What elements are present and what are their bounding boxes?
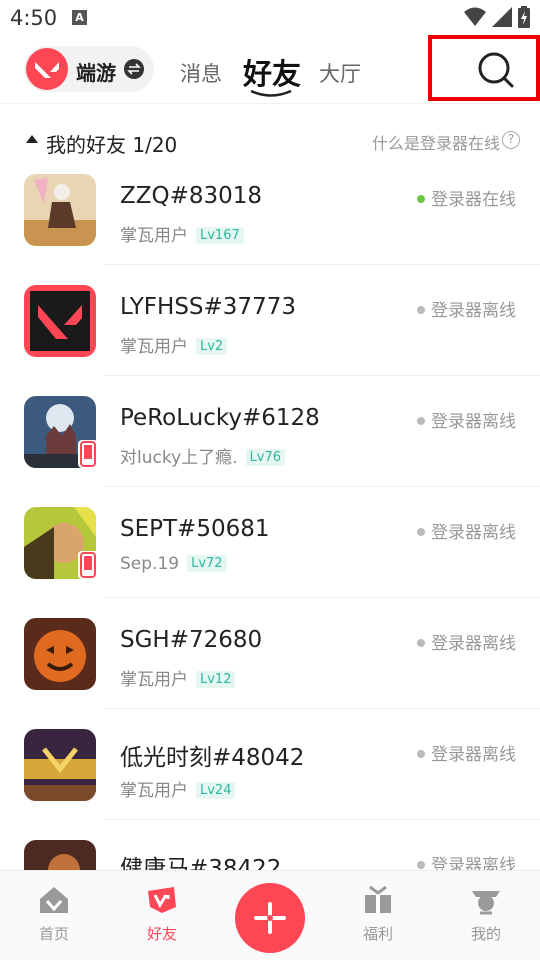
friend-status: 登录器在线 — [417, 185, 516, 210]
status-dot-icon — [417, 528, 425, 536]
level-badge: Lv167 — [196, 227, 244, 244]
swap-icon — [124, 59, 144, 79]
avatar — [24, 618, 96, 690]
avatar — [24, 729, 96, 801]
search-icon[interactable] — [477, 51, 515, 89]
friend-row[interactable]: 低光时刻#48042 掌瓦用户 Lv24 登录器离线 — [0, 709, 540, 820]
friends-icon — [148, 887, 176, 913]
friend-name: SGH#72680 — [120, 627, 263, 653]
game-switcher[interactable]: 端游 — [24, 46, 154, 92]
tab-active-indicator — [250, 89, 292, 97]
search-highlight-box — [428, 35, 540, 101]
tab-friends[interactable]: 好友 — [243, 51, 301, 93]
status-dot-icon — [417, 417, 425, 425]
friend-list[interactable]: ZZQ#83018 掌瓦用户 Lv167 登录器在线 LYFHSS#37773 掌… — [0, 154, 540, 870]
status-dot-icon — [417, 750, 425, 758]
status-dot-icon — [417, 306, 425, 314]
friend-subtitle: 掌瓦用户 Lv2 — [120, 332, 228, 357]
nav-label: 我的 — [470, 925, 501, 943]
switcher-label: 端游 — [76, 61, 116, 85]
friend-name: PeRoLucky#6128 — [120, 405, 320, 431]
tab-messages[interactable]: 消息 — [180, 58, 222, 88]
friend-name: 低光时刻#48042 — [120, 745, 305, 771]
nav-label: 福利 — [362, 925, 393, 943]
status-bar: 4:50 A — [0, 0, 540, 38]
top-header: 端游 消息 好友 大厅 — [0, 35, 540, 104]
level-badge: Lv12 — [196, 671, 236, 688]
wifi-icon — [464, 7, 486, 26]
friend-name: SEPT#50681 — [120, 516, 270, 542]
friend-subtitle: 掌瓦用户 Lv12 — [120, 665, 236, 690]
friend-status: 登录器离线 — [417, 740, 516, 765]
friend-status: 登录器离线 — [417, 296, 516, 321]
status-dot-icon — [417, 639, 425, 647]
level-badge: Lv2 — [196, 338, 228, 355]
friend-status: 登录器离线 — [417, 407, 516, 432]
create-post-button[interactable] — [235, 883, 305, 953]
avatar — [24, 840, 96, 870]
friend-status: 登录器离线 — [417, 851, 516, 870]
friend-row[interactable]: PeRoLucky#6128 对lucky上了瘾. Lv76 登录器离线 — [0, 376, 540, 487]
tab-lobby[interactable]: 大厅 — [319, 58, 361, 88]
friend-row[interactable]: SGH#72680 掌瓦用户 Lv12 登录器离线 — [0, 598, 540, 709]
level-badge: Lv72 — [187, 555, 227, 572]
signal-icon — [492, 7, 512, 27]
friend-row[interactable]: LYFHSS#37773 掌瓦用户 Lv2 登录器离线 — [0, 265, 540, 376]
friend-row[interactable]: ZZQ#83018 掌瓦用户 Lv167 登录器在线 — [0, 154, 540, 265]
friend-subtitle: Sep.19 Lv72 — [120, 554, 227, 574]
avatar — [24, 174, 96, 246]
help-icon[interactable]: ? — [502, 131, 520, 149]
nav-welfare[interactable]: 福利 — [338, 885, 418, 944]
friend-subtitle: 掌瓦用户 Lv24 — [120, 776, 236, 801]
nav-label: 首页 — [38, 925, 69, 943]
profile-icon — [472, 891, 500, 915]
friend-status: 登录器离线 — [417, 518, 516, 543]
friend-row[interactable]: 健康马#38422 登录器离线 — [0, 820, 540, 870]
level-badge: Lv76 — [245, 449, 286, 466]
home-icon — [40, 887, 68, 913]
nav-home[interactable]: 首页 — [14, 885, 94, 944]
avatar — [24, 285, 96, 357]
level-badge: Lv24 — [196, 782, 236, 799]
friend-subtitle: 对lucky上了瘾. Lv76 — [120, 443, 286, 468]
mobile-phone-icon — [78, 440, 98, 468]
friend-row[interactable]: SEPT#50681 Sep.19 Lv72 登录器离线 — [0, 487, 540, 598]
status-dot-icon — [417, 861, 425, 869]
status-time: 4:50 — [10, 6, 58, 30]
mobile-phone-icon — [78, 551, 98, 579]
nav-friends[interactable]: 好友 — [122, 885, 202, 944]
friend-name: 健康马#38422 — [120, 856, 282, 870]
nav-profile[interactable]: 我的 — [446, 885, 526, 944]
collapse-arrow-icon — [26, 135, 38, 143]
notification-a-icon: A — [72, 10, 87, 25]
friend-name: ZZQ#83018 — [120, 183, 263, 209]
friend-status: 登录器离线 — [417, 629, 516, 654]
friend-subtitle: 掌瓦用户 Lv167 — [120, 221, 244, 246]
launcher-online-help-link[interactable]: 什么是登录器在线 — [372, 130, 500, 154]
bottom-navigation: 首页 好友 福利 我的 — [0, 870, 540, 960]
status-icons — [464, 6, 530, 28]
status-dot-icon — [417, 195, 425, 203]
friend-name: LYFHSS#37773 — [120, 294, 296, 320]
plus-icon — [254, 902, 286, 934]
battery-icon — [518, 6, 530, 28]
valorant-logo-icon — [26, 48, 68, 90]
gift-icon — [365, 885, 391, 913]
nav-label: 好友 — [146, 925, 177, 943]
